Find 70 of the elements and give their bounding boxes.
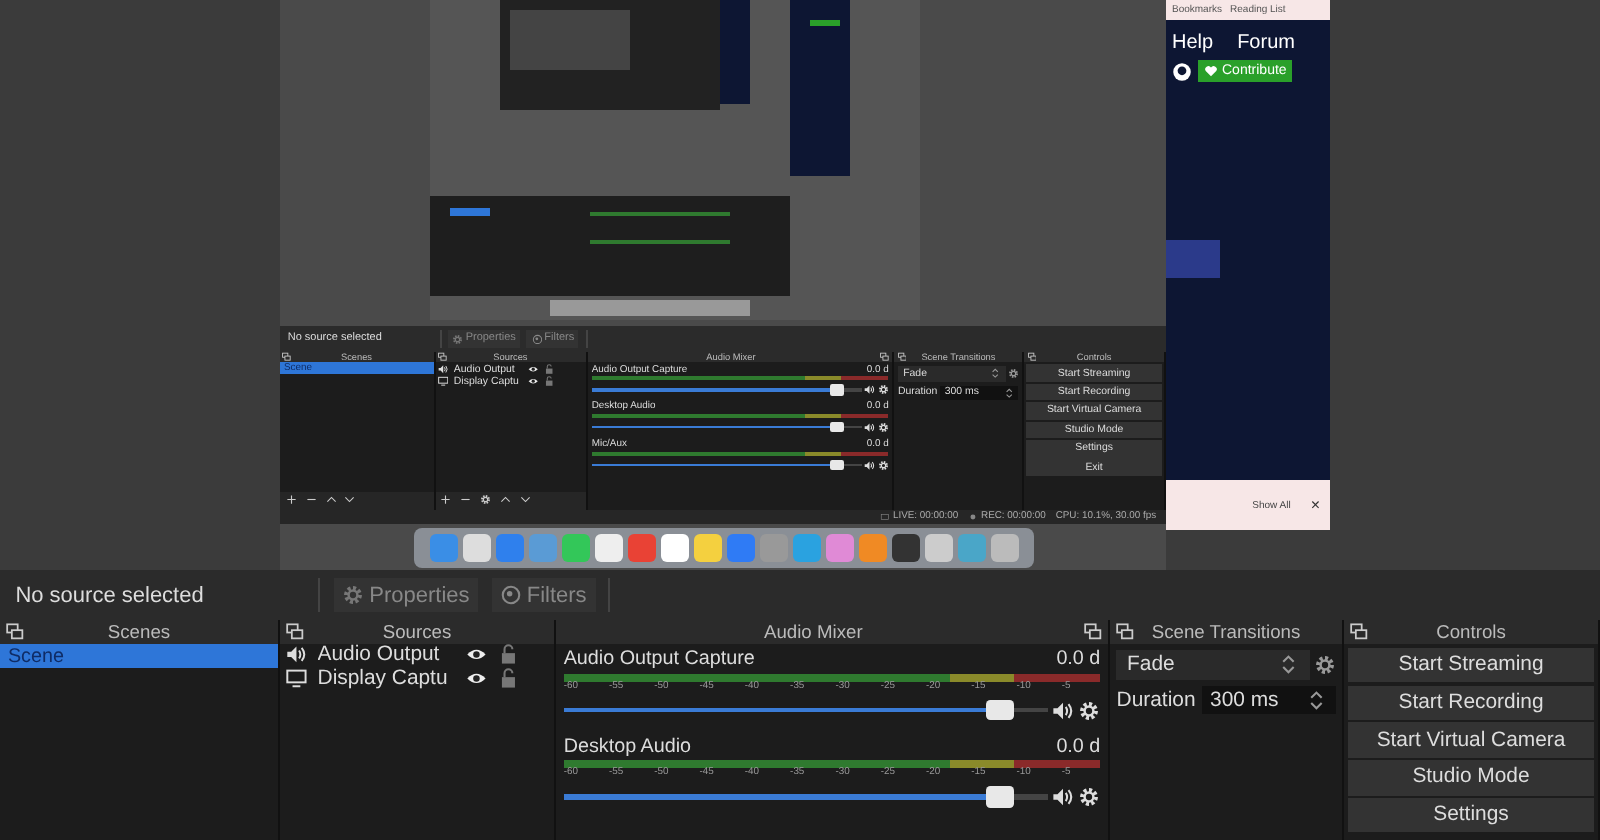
- gear-icon: [1078, 699, 1101, 722]
- control-button[interactable]: Start Streaming: [1348, 647, 1594, 682]
- speaker-icon: [438, 363, 449, 375]
- volume-reading: 0.0 d: [1056, 648, 1101, 671]
- transition-dropdown[interactable]: Fade: [1116, 649, 1310, 680]
- filter-icon: [500, 584, 523, 607]
- page-block: [1166, 240, 1220, 278]
- minus-icon: [305, 494, 317, 506]
- speaker-icon: [864, 384, 876, 396]
- slider-handle[interactable]: [985, 699, 1014, 721]
- panel-title: Sources: [380, 621, 454, 642]
- record-icon: [968, 511, 979, 522]
- up-icon: [499, 494, 511, 506]
- speaker-icon: [864, 422, 876, 433]
- down-icon: [344, 494, 356, 506]
- panel-title: Audio Mixer: [761, 621, 865, 642]
- gear-icon: [480, 494, 492, 506]
- close-button[interactable]: ×: [1310, 496, 1320, 514]
- plus-icon: [285, 494, 297, 506]
- gear-icon: [452, 333, 464, 345]
- unlock-icon: [497, 668, 519, 690]
- panel-title: Scene Transitions: [1149, 621, 1303, 642]
- filters-button[interactable]: Filters: [491, 577, 596, 613]
- unlock-icon: [497, 644, 519, 666]
- control-button[interactable]: Settings: [1348, 798, 1594, 833]
- heart-icon: [1204, 64, 1218, 78]
- channel-name: Audio Output Capture: [563, 648, 755, 671]
- monitor-icon: [286, 668, 308, 690]
- down-icon: [519, 494, 531, 506]
- panel-title: Controls: [1434, 621, 1508, 642]
- channel-name: Desktop Audio: [563, 735, 692, 758]
- control-button[interactable]: Start Recording: [1348, 685, 1594, 720]
- gear-icon: [877, 384, 889, 396]
- spin-arrows-icon: [1004, 387, 1015, 398]
- properties-button[interactable]: Properties: [334, 577, 479, 613]
- gear-icon: [1313, 653, 1336, 676]
- volume-reading: 0.0 d: [1056, 735, 1101, 758]
- monitor-icon: [438, 376, 449, 388]
- slider-handle[interactable]: [829, 422, 844, 433]
- source-status-text: No source selected: [15, 583, 206, 608]
- spin-arrows-icon: [1277, 654, 1299, 676]
- speaker-icon: [286, 644, 308, 666]
- gear-icon: [342, 584, 365, 607]
- speaker-icon: [1051, 699, 1074, 722]
- control-button[interactable]: Start Virtual Camera: [1348, 722, 1594, 758]
- source-name[interactable]: Display Captu: [317, 668, 456, 691]
- gear-icon: [1078, 786, 1101, 809]
- live-icon: [880, 511, 890, 522]
- up-icon: [325, 494, 337, 506]
- speaker-icon: [1051, 786, 1074, 809]
- panel-title: Scenes: [105, 621, 173, 642]
- gear-icon: [877, 422, 889, 433]
- filter-icon: [531, 333, 543, 345]
- spin-arrows-icon: [990, 368, 1001, 380]
- slider-handle[interactable]: [829, 459, 844, 471]
- control-button[interactable]: Studio Mode: [1348, 760, 1594, 796]
- nav-link[interactable]: Help: [1172, 32, 1214, 54]
- slider-handle[interactable]: [985, 786, 1014, 808]
- gear-icon: [1007, 368, 1019, 380]
- source-name[interactable]: Audio Output: [317, 644, 456, 667]
- spin-arrows-icon: [1306, 690, 1328, 712]
- minus-icon: [460, 494, 472, 506]
- duration-label: Duration: [1116, 689, 1196, 712]
- speaker-icon: [864, 459, 876, 471]
- github-icon[interactable]: [1172, 61, 1192, 81]
- plus-icon: [440, 494, 452, 506]
- gear-icon: [877, 459, 889, 471]
- duration-field[interactable]: 300 ms: [1201, 686, 1336, 715]
- nav-link[interactable]: Forum: [1237, 32, 1295, 54]
- slider-handle[interactable]: [829, 384, 844, 396]
